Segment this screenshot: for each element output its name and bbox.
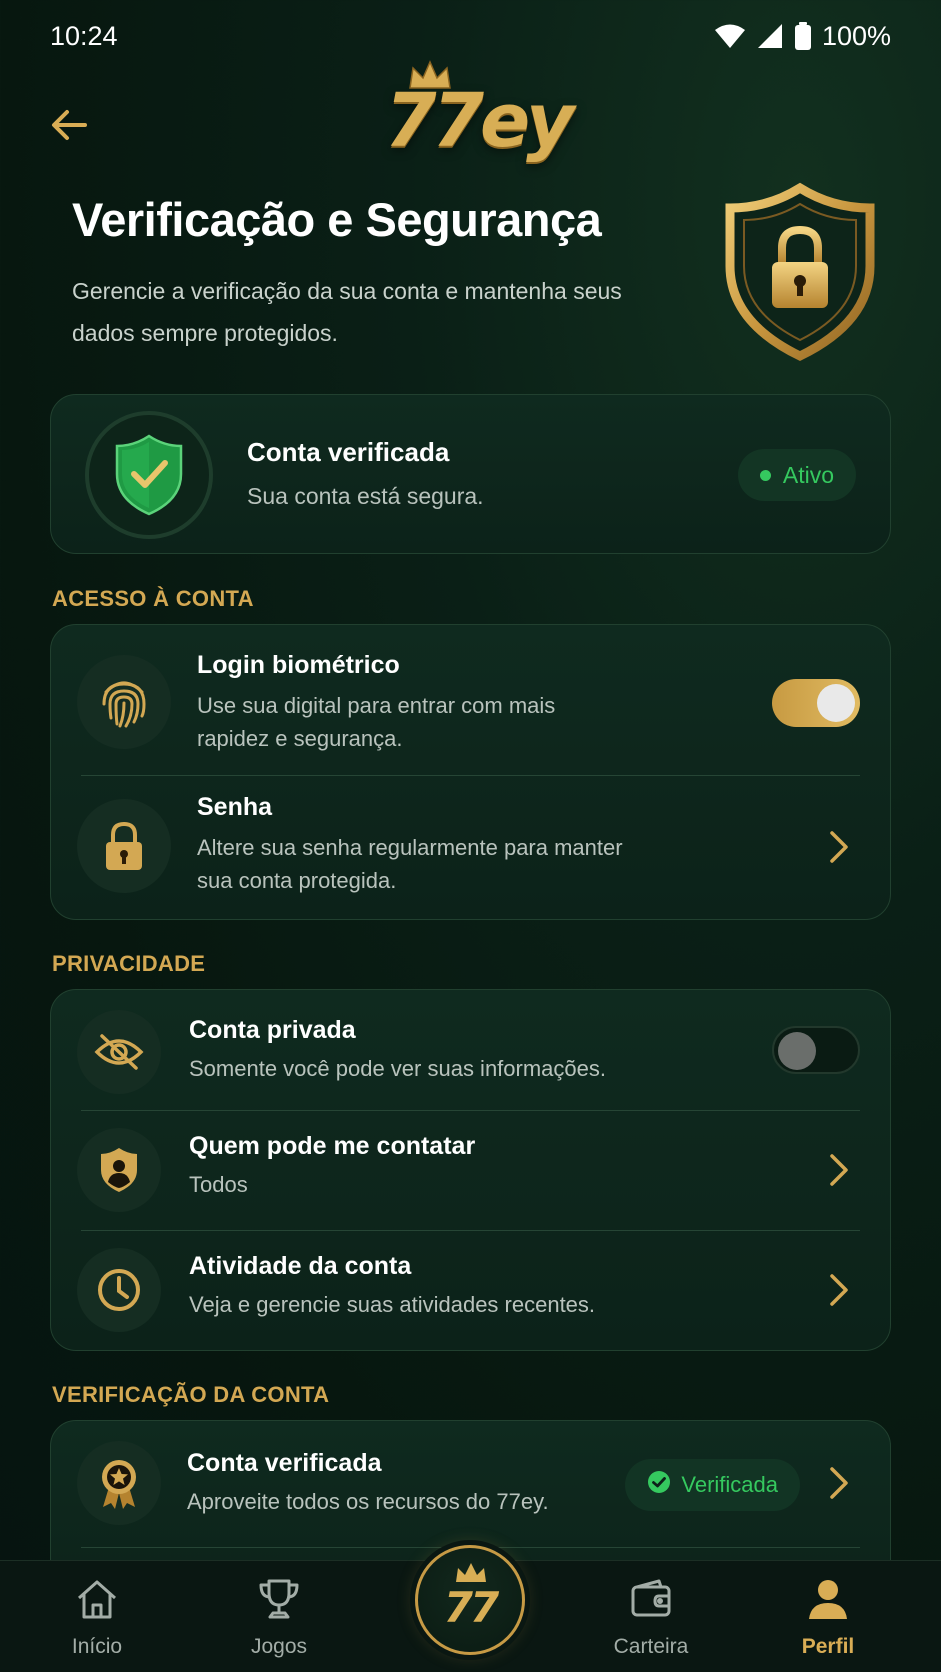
dot-icon (759, 469, 771, 481)
wallet-icon (629, 1577, 673, 1626)
app-logo: 77ey (385, 60, 574, 170)
verified-badge-label: Verificada (681, 1472, 778, 1497)
shield-lock-icon (720, 182, 880, 362)
status-badge-label: Ativo (782, 461, 834, 488)
biometric-title: Login biométrico (197, 651, 400, 679)
list-item-password[interactable]: Senha Altere sua senha regularmente para… (51, 775, 892, 921)
chevron-right-icon (824, 827, 854, 867)
list-item-biometric[interactable]: Login biométrico Use sua digital para en… (51, 625, 892, 773)
verified-shield-icon (85, 411, 213, 539)
page-subtitle: Gerencie a verificação da sua conta e ma… (72, 278, 622, 346)
list-item-account-activity[interactable]: Atividade da conta Veja e gerencie suas … (51, 1230, 892, 1350)
nav-center-logo-text: 77 (443, 1582, 499, 1632)
nav-item-games[interactable]: Jogos (209, 1561, 349, 1672)
nav-center-logo-button[interactable]: 77 (415, 1545, 525, 1655)
biometric-subtitle: Use sua digital para entrar com mais rap… (197, 693, 556, 751)
logo-text: 77ey (385, 78, 574, 164)
status-subtitle: Sua conta está segura. (247, 483, 484, 509)
access-card: Login biométrico Use sua digital para en… (50, 624, 891, 920)
private-account-toggle[interactable] (772, 1026, 860, 1074)
chevron-right-icon (824, 1463, 854, 1503)
nav-label-profile: Perfil (801, 1635, 855, 1658)
battery-percent: 100% (821, 20, 891, 51)
section-label-access: ACESSO À CONTA (52, 586, 254, 611)
list-item-verified-account[interactable]: Conta verificada Aproveite todos os recu… (51, 1421, 892, 1545)
home-icon (75, 1577, 119, 1626)
nav-item-wallet[interactable]: Carteira (581, 1561, 721, 1672)
shield-user-icon (77, 1128, 161, 1212)
header: 77ey (0, 60, 941, 190)
signal-icon (756, 23, 784, 49)
privacy-card: Conta privada Somente você pode ver suas… (50, 989, 891, 1351)
status-title: Conta verificada (247, 437, 450, 467)
biometric-toggle[interactable] (772, 679, 860, 727)
verified-account-title: Conta verificada (187, 1449, 382, 1477)
account-activity-subtitle: Veja e gerencie suas atividades recentes… (189, 1292, 596, 1317)
arrow-left-icon (49, 105, 89, 150)
verified-badge: Verificada (625, 1459, 800, 1511)
password-title: Senha (197, 793, 273, 821)
status-badge: Ativo (737, 449, 856, 501)
user-icon (806, 1577, 850, 1626)
battery-icon (794, 22, 812, 50)
chevron-right-icon (824, 1270, 854, 1310)
private-account-title: Conta privada (189, 1016, 356, 1044)
account-activity-title: Atividade da conta (189, 1252, 412, 1280)
section-label-verification: VERIFICAÇÃO DA CONTA (52, 1382, 330, 1407)
password-subtitle: Altere sua senha regularmente para mante… (197, 835, 623, 893)
chevron-right-icon (824, 1150, 854, 1190)
trophy-icon (257, 1577, 301, 1626)
verified-account-subtitle: Aproveite todos os recursos do 77ey. (187, 1489, 549, 1514)
back-button[interactable] (44, 102, 94, 152)
toggle-knob (817, 684, 855, 722)
list-item-who-can-contact[interactable]: Quem pode me contatar Todos (51, 1110, 892, 1230)
check-circle-icon (647, 1470, 671, 1500)
status-icons: 100% (714, 21, 891, 52)
page-title: Verificação e Segurança (72, 193, 602, 246)
wifi-icon (714, 23, 746, 49)
account-status-card: Conta verificada Sua conta está segura. … (50, 394, 891, 554)
section-label-privacy: PRIVACIDADE (52, 951, 206, 976)
fingerprint-icon (77, 655, 171, 749)
nav-label-wallet: Carteira (613, 1635, 689, 1658)
who-can-contact-value: Todos (189, 1172, 248, 1197)
nav-item-home[interactable]: Início (27, 1561, 167, 1672)
private-account-subtitle: Somente você pode ver suas informações. (189, 1056, 607, 1081)
toggle-knob (778, 1032, 816, 1070)
crown-icon (454, 1562, 488, 1589)
eye-off-icon (77, 1010, 161, 1094)
award-medal-icon (77, 1441, 161, 1525)
lock-icon (77, 799, 171, 893)
clock-icon (77, 1248, 161, 1332)
nav-label-home: Início (71, 1635, 123, 1658)
list-item-private-account[interactable]: Conta privada Somente você pode ver suas… (51, 990, 892, 1110)
who-can-contact-title: Quem pode me contatar (189, 1132, 476, 1160)
nav-item-profile[interactable]: Perfil (758, 1561, 898, 1672)
status-time: 10:24 (50, 20, 118, 51)
nav-label-games: Jogos (250, 1635, 308, 1658)
